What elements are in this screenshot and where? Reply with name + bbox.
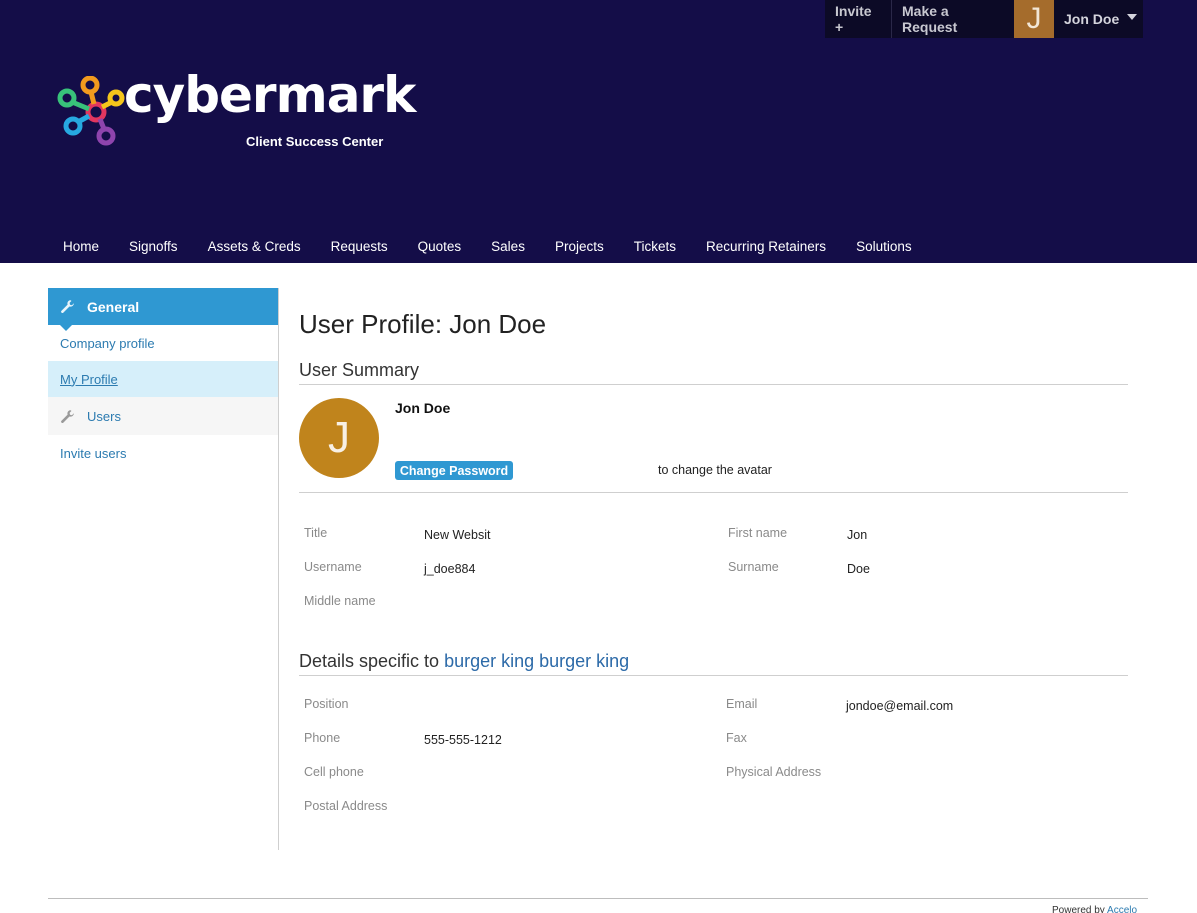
title-value: New Websit (424, 528, 491, 542)
wrench-icon (61, 409, 74, 423)
profile-avatar[interactable]: J (299, 398, 379, 478)
username-value: j_doe884 (424, 562, 476, 576)
nav-projects[interactable]: Projects (540, 231, 619, 263)
sidebar-item-my-profile[interactable]: My Profile (48, 361, 278, 397)
nav-recurring-retainers[interactable]: Recurring Retainers (691, 231, 841, 263)
profile-name: Jon Doe (395, 400, 451, 416)
make-request-button[interactable]: Make a Request (892, 0, 1014, 38)
position-label: Position (304, 697, 349, 711)
phone-value: 555-555-1212 (424, 733, 502, 747)
footer-powered-by: Powered by Accelo (1052, 905, 1137, 913)
username-label: Username (304, 560, 362, 574)
company-link[interactable]: burger king burger king (444, 651, 629, 671)
page-title: User Profile: Jon Doe (299, 309, 547, 339)
sidebar-item-company-profile[interactable]: Company profile (48, 325, 278, 361)
footer-divider (48, 898, 1148, 899)
avatar-hint-text: to change the avatar (658, 463, 772, 477)
caret-down-icon (1127, 14, 1137, 20)
main-navigation: Home Signoffs Assets & Creds Requests Qu… (48, 231, 927, 263)
cell-phone-label: Cell phone (304, 765, 364, 779)
settings-sidebar: General Company profile My Profile Users… (48, 288, 279, 850)
user-menu-button[interactable]: Jon Doe (1054, 0, 1143, 38)
sidebar-item-users[interactable]: Users (48, 397, 278, 435)
top-user-bar: Invite + Make a Request J Jon Doe (825, 0, 1143, 38)
email-label: Email (726, 697, 758, 711)
site-header: Invite + Make a Request J Jon Doe cyberm… (0, 0, 1197, 263)
surname-label: Surname (728, 560, 779, 574)
physical-address-label: Physical Address (726, 765, 822, 779)
accelo-link[interactable]: Accelo (1107, 905, 1137, 913)
title-label: Title (304, 526, 328, 540)
nav-quotes[interactable]: Quotes (403, 231, 477, 263)
user-avatar-small[interactable]: J (1014, 0, 1054, 38)
logo-network-icon (57, 76, 125, 146)
fax-label: Fax (726, 731, 747, 745)
sidebar-header-label: General (87, 298, 140, 315)
invite-button[interactable]: Invite + (825, 0, 892, 38)
nav-solutions[interactable]: Solutions (841, 231, 927, 263)
nav-assets-creds[interactable]: Assets & Creds (193, 231, 316, 263)
logo-wordmark: cybermark (124, 66, 416, 124)
user-menu-name: Jon Doe (1064, 11, 1120, 27)
nav-sales[interactable]: Sales (476, 231, 540, 263)
summary-divider (299, 384, 1128, 385)
details-title: Details specific to burger king burger k… (299, 651, 629, 672)
first-name-value: Jon (847, 528, 868, 542)
user-summary-title: User Summary (299, 360, 420, 380)
sidebar-item-invite-users[interactable]: Invite users (48, 435, 278, 471)
sidebar-item-users-label: Users (87, 408, 121, 424)
header-pointer (60, 325, 72, 331)
surname-value: Doe (847, 562, 870, 576)
logo-subtitle: Client Success Center (246, 134, 384, 149)
email-value: jondoe@email.com (846, 699, 954, 713)
details-divider (299, 675, 1128, 676)
nav-requests[interactable]: Requests (316, 231, 403, 263)
sidebar-header-general[interactable]: General (48, 288, 278, 331)
phone-label: Phone (304, 731, 341, 745)
middle-name-label: Middle name (304, 594, 376, 608)
cybermark-logo[interactable]: cybermark Client Success Center (56, 70, 416, 150)
wrench-icon (61, 300, 74, 313)
postal-address-label: Postal Address (304, 799, 388, 813)
nav-tickets[interactable]: Tickets (619, 231, 691, 263)
profile-divider (299, 492, 1128, 493)
details-title-prefix: Details specific to (299, 651, 440, 671)
nav-home[interactable]: Home (48, 231, 114, 263)
change-password-button[interactable]: Change Password (395, 461, 513, 480)
nav-signoffs[interactable]: Signoffs (114, 231, 193, 263)
first-name-label: First name (728, 526, 788, 540)
powered-by-text: Powered by (1052, 905, 1105, 913)
